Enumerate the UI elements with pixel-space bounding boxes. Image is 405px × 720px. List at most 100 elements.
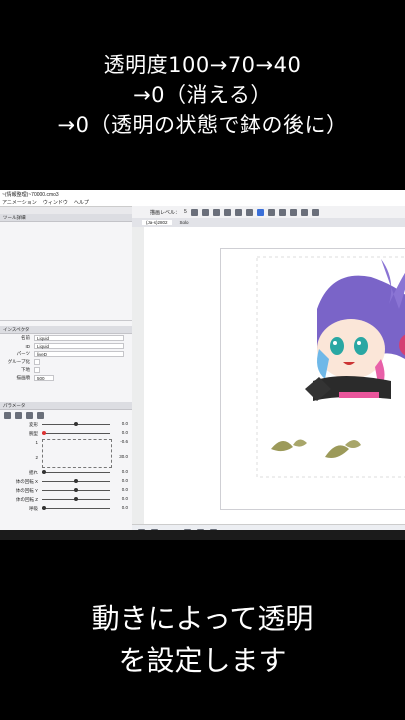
field-label: ID — [25, 343, 31, 349]
top-caption: 透明度100→70→40 →0（消える） →0（透明の状態で鉢の後に） — [0, 50, 405, 140]
group-checkbox[interactable] — [34, 359, 40, 365]
slider-knob[interactable] — [74, 497, 78, 501]
menu-window[interactable]: ウィンドウ — [43, 199, 68, 206]
warp-icon[interactable] — [212, 208, 220, 216]
param-value: 0.0 — [121, 478, 128, 483]
add-icon[interactable] — [4, 411, 11, 419]
param-row[interactable]: 腕型 0.0 — [0, 429, 132, 438]
deformer-icon[interactable] — [201, 208, 209, 216]
param-row[interactable]: 体の回転 X 0.0 — [0, 477, 132, 486]
keyform-grid[interactable] — [42, 439, 112, 468]
inspector-row: 下地 — [0, 366, 132, 374]
inspector-row: ID Liquid — [0, 342, 132, 350]
top-caption-line-2: →0（消える） — [133, 83, 272, 107]
glue-icon[interactable] — [234, 208, 242, 216]
inspector-row: グループ化 — [0, 358, 132, 366]
menu-help[interactable]: ヘルプ — [74, 199, 89, 206]
param-value: 0.0 — [121, 430, 128, 435]
artboard — [220, 248, 405, 510]
name-field[interactable]: Liquid — [34, 335, 124, 341]
param-row[interactable]: 呼吸 0.0 — [0, 504, 132, 513]
mesh-edit-icon[interactable] — [190, 208, 198, 216]
menu-animation[interactable]: アニメーション — [2, 199, 37, 206]
inspector-header: インスペクタ — [0, 326, 132, 334]
param-value: 0.0 — [121, 469, 128, 474]
slider-knob[interactable] — [42, 431, 46, 435]
param-slider[interactable] — [42, 433, 110, 434]
editor-window: ~(情報整理)~70000.cmo3 アニメーション ウィンドウ ヘルプ ツール… — [0, 190, 405, 540]
bottom-caption-line-2: を設定します — [118, 644, 287, 677]
parameter-header: パラメータ — [0, 402, 132, 410]
tool-details-panel: ツール詳細 — [0, 214, 132, 321]
field-label: パーツ — [16, 351, 30, 356]
brush-icon[interactable] — [278, 208, 286, 216]
lasso-icon[interactable] — [289, 208, 297, 216]
draw-level-value[interactable]: 5 — [184, 209, 187, 215]
param-slider[interactable] — [42, 508, 110, 509]
field-label: グループ化 — [7, 359, 30, 364]
param-label: 腕型 — [29, 430, 38, 436]
param-row[interactable]: 揺れ 0.0 — [0, 468, 132, 477]
param-label: 揺れ — [29, 469, 38, 475]
field-label: 下地 — [21, 367, 30, 372]
pen-icon[interactable] — [300, 208, 308, 216]
slider-knob[interactable] — [74, 479, 78, 483]
list-icon[interactable] — [37, 411, 44, 419]
eraser-icon[interactable] — [311, 208, 319, 216]
id-field[interactable]: Liquid — [34, 343, 124, 349]
inspector-row: パーツ liveD — [0, 350, 132, 358]
bottom-caption-line-1: 動きによって透明 — [91, 602, 314, 635]
title-bar: ~(情報整理)~70000.cmo3 — [0, 190, 405, 198]
parts-select[interactable]: liveD — [34, 351, 124, 357]
inspector-row: 描画順 500 — [0, 374, 132, 382]
param-label: 体の回転 Z — [16, 496, 38, 502]
param-row[interactable]: 体の回転 Y 0.0 — [0, 486, 132, 495]
tab-model[interactable]: (Ja-s)2802 — [142, 220, 172, 225]
slider-knob[interactable] — [74, 422, 78, 426]
parameter-panel: パラメータ 変形 0.0 腕型 0.0 1 -0.6 2 30.0 揺れ 0.0… — [0, 402, 132, 540]
param-label: 1 — [35, 440, 38, 445]
link-icon[interactable] — [26, 411, 33, 419]
param-slider[interactable] — [42, 472, 110, 473]
bottom-caption: 動きによって透明 を設定します — [0, 598, 405, 682]
arrow-tool-icon[interactable] — [256, 208, 264, 216]
top-caption-line-3: →0（透明の状態で鉢の後に） — [57, 113, 348, 137]
param-label: 体の回転 X — [15, 478, 38, 484]
param-value: 0.0 — [121, 421, 128, 426]
canvas-viewport[interactable] — [144, 227, 405, 525]
field-label: 名前 — [21, 335, 30, 340]
slider-knob[interactable] — [42, 470, 46, 474]
slider-knob[interactable] — [74, 488, 78, 492]
field-label: 描画順 — [16, 375, 31, 380]
inspector-panel: インスペクタ 名前 Liquid ID Liquid パーツ liveD グルー… — [0, 326, 132, 386]
character-model-illustration[interactable] — [221, 249, 405, 511]
draw-level-label: 描画レベル： — [150, 209, 181, 216]
window-title: ~(情報整理)~70000.cmo3 — [2, 191, 59, 198]
inspector-row: 名前 Liquid — [0, 334, 132, 342]
top-caption-line-1: 透明度100→70→40 — [103, 53, 302, 77]
param-row[interactable]: 変形 0.0 — [0, 420, 132, 429]
tab-solo[interactable]: Solo — [176, 220, 193, 225]
canvas-area: (Ja-s)2802 Solo — [132, 218, 405, 540]
rotate-icon[interactable] — [223, 208, 231, 216]
param-blend-shape[interactable]: 1 -0.6 2 30.0 — [0, 438, 132, 468]
base-checkbox[interactable] — [34, 367, 40, 373]
grid-icon[interactable] — [245, 208, 253, 216]
param-label: 体の回転 Y — [15, 487, 38, 493]
param-label: 変形 — [29, 421, 38, 427]
param-value: 0.0 — [121, 496, 128, 501]
undo-icon[interactable] — [15, 411, 22, 419]
param-value: 0.0 — [121, 487, 128, 492]
param-value: -0.6 — [120, 439, 128, 444]
param-label: 2 — [35, 455, 38, 460]
param-row[interactable]: 体の回転 Z 0.0 — [0, 495, 132, 504]
left-panels: ツール詳細 インスペクタ 名前 Liquid ID Liquid パーツ liv… — [0, 214, 133, 540]
param-value: 30.0 — [119, 454, 128, 459]
draw-order-field[interactable]: 500 — [34, 375, 54, 381]
param-value: 0.0 — [121, 505, 128, 510]
tool-details-header: ツール詳細 — [0, 214, 132, 222]
slider-knob[interactable] — [42, 506, 46, 510]
select-icon[interactable] — [267, 208, 275, 216]
param-label: 呼吸 — [29, 505, 38, 511]
parameter-toolbar — [0, 410, 132, 420]
